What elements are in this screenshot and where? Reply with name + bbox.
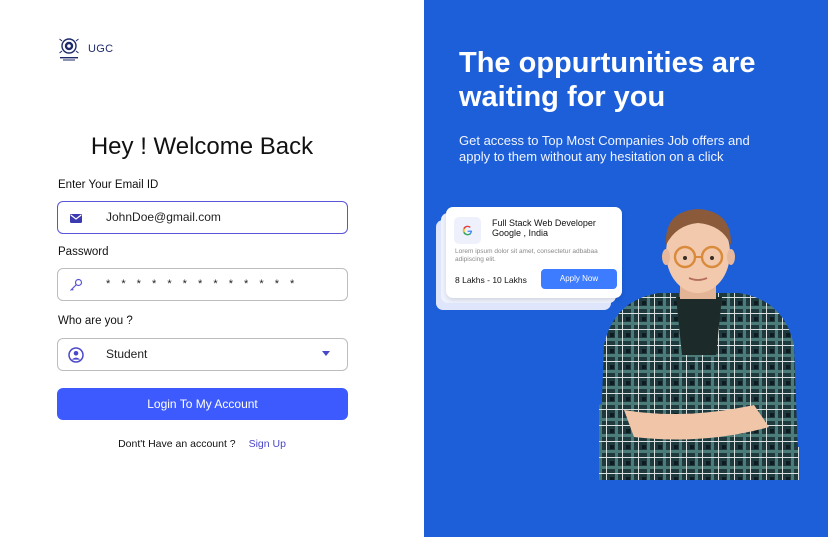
promo-panel: The oppurtunities are waiting for you Ge…: [424, 0, 828, 537]
role-select[interactable]: Student: [57, 338, 348, 371]
job-description: Lorem ipsum dolor sit amet, consectetur …: [455, 248, 598, 263]
ugc-emblem-icon: [59, 38, 79, 61]
job-salary: 8 Lakhs - 10 Lakhs: [455, 275, 527, 285]
email-field[interactable]: JohnDoe@gmail.com: [57, 201, 348, 234]
role-label: Who are you ?: [58, 315, 133, 327]
promo-headline: The oppurtunities are waiting for you: [459, 47, 756, 113]
email-label: Enter Your Email ID: [58, 179, 159, 191]
role-value: Student: [106, 347, 148, 361]
page-title: Hey ! Welcome Back: [90, 133, 314, 160]
brand: UGC: [58, 36, 113, 62]
email-value: JohnDoe@gmail.com: [106, 210, 221, 224]
google-icon: [454, 217, 481, 244]
person-photo: [599, 209, 799, 480]
brand-name: UGC: [88, 43, 114, 55]
no-account-text: Dont't Have an account ?: [118, 438, 236, 450]
key-icon: [68, 277, 84, 293]
job-location: Google , India: [492, 228, 549, 238]
login-panel: UGC Hey ! Welcome Back Enter Your Email …: [0, 0, 424, 537]
job-title: Full Stack Web Developer: [492, 218, 596, 228]
login-button[interactable]: Login To My Account: [57, 388, 348, 420]
password-field[interactable]: * * * * * * * * * * * * *: [57, 268, 348, 301]
mail-icon: [68, 210, 84, 226]
password-label: Password: [58, 246, 109, 258]
promo-subtext: Get access to Top Most Companies Job off…: [459, 133, 750, 164]
chevron-down-icon[interactable]: [322, 351, 330, 356]
signup-row: Dont't Have an account ? Sign Up: [0, 438, 404, 450]
password-value: * * * * * * * * * * * * *: [106, 278, 299, 290]
signup-link[interactable]: Sign Up: [249, 438, 286, 450]
user-circle-icon: [68, 347, 84, 363]
